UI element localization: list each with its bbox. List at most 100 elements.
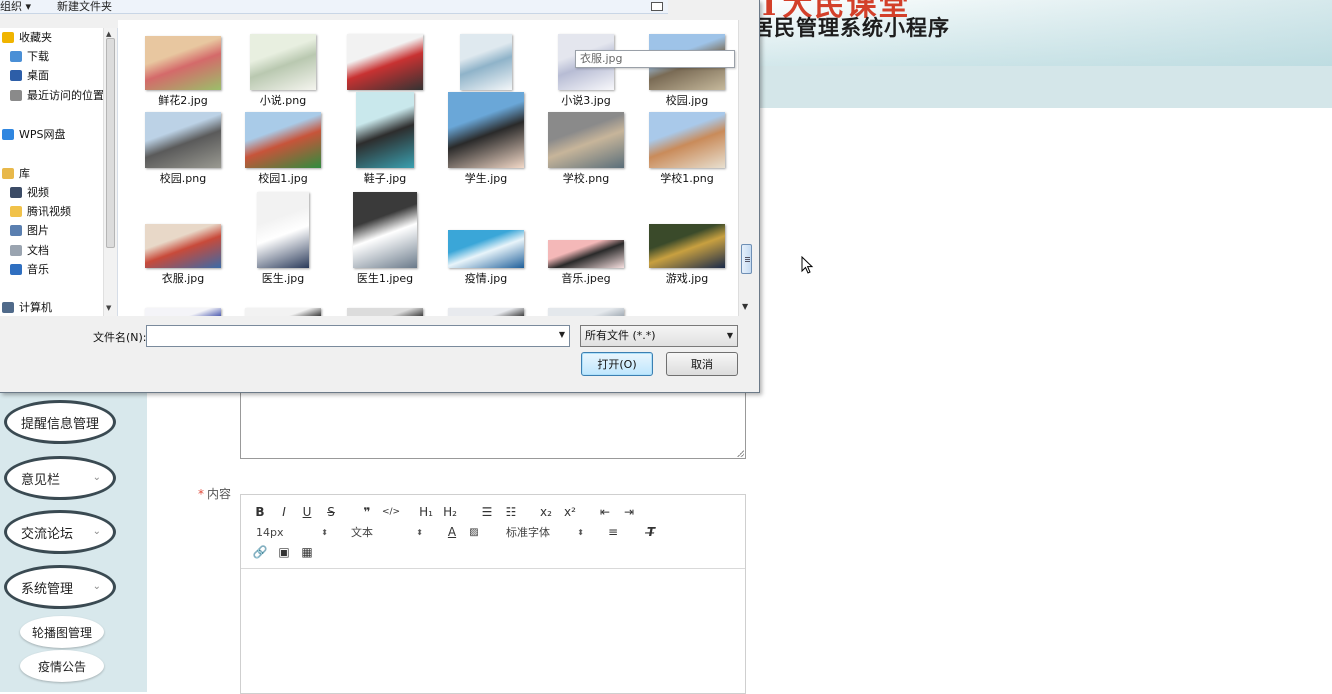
nav-item[interactable]: 图片	[10, 221, 49, 239]
organize-menu-button[interactable]: 组织 ▾	[0, 0, 31, 14]
file-name-label: 校园1.jpg	[258, 172, 308, 185]
nav-item-label: 桌面	[27, 69, 49, 82]
scrollbar-grip-icon	[745, 257, 750, 263]
nav-item[interactable]: 最近访问的位置	[10, 86, 104, 104]
file-name-label: 疫情.jpg	[464, 272, 508, 285]
video-icon[interactable]: ▦	[300, 544, 314, 560]
blockquote-button[interactable]: ❞	[359, 504, 375, 520]
heading1-button[interactable]: H₁	[417, 504, 435, 520]
indent-button[interactable]: ⇥	[621, 504, 637, 520]
link-icon[interactable]: 🔗	[253, 544, 268, 560]
font-size-select[interactable]: 14px ⬍	[256, 524, 328, 540]
file-tile[interactable]	[135, 288, 231, 316]
strikethrough-button[interactable]: S	[324, 504, 338, 520]
bold-button[interactable]: B	[253, 504, 267, 520]
file-tile[interactable]: 学校1.png	[639, 88, 735, 185]
file-thumbnail	[649, 224, 725, 268]
file-tile[interactable]: 鞋子.jpg	[337, 88, 433, 185]
superscript-button[interactable]: x²	[561, 504, 579, 520]
underline-button[interactable]: U	[300, 504, 314, 520]
sidebar-item-forum[interactable]: 交流论坛 ⌄	[4, 510, 116, 554]
cancel-button[interactable]: 取消	[666, 352, 738, 376]
file-thumbnail	[347, 34, 423, 90]
file-tile[interactable]: 疫情.jpg	[438, 188, 534, 285]
chevron-down-icon: ⌄	[92, 472, 101, 483]
scrollbar-thumb[interactable]	[741, 244, 752, 274]
nav-item[interactable]: 下载	[10, 47, 49, 65]
file-tile[interactable]: 音乐.jpeg	[538, 188, 634, 285]
align-icon[interactable]: ≡	[606, 524, 620, 540]
file-tile[interactable]	[337, 288, 433, 316]
scroll-up-icon[interactable]: ▲	[106, 30, 111, 38]
nav-item[interactable]: 音乐	[10, 260, 49, 278]
file-tile[interactable]	[538, 288, 634, 316]
navigation-pane: 收藏夹下载桌面最近访问的位置 WPS网盘库视频 腾讯视频 图片文档 音乐计算机	[0, 28, 118, 316]
sidebar-item-reminders[interactable]: 提醒信息管理	[4, 400, 116, 444]
file-tile[interactable]: 游戏.jpg	[639, 188, 735, 285]
file-tile[interactable]	[235, 288, 331, 316]
nav-item[interactable]: WPS网盘	[2, 125, 66, 143]
font-color-icon[interactable]: A	[445, 524, 459, 540]
updown-arrow-icon: ⬍	[321, 527, 328, 537]
nav-item[interactable]: 视频	[10, 183, 49, 201]
recent-places-icon	[10, 89, 22, 101]
file-tile[interactable]: 医生.jpg	[235, 188, 331, 285]
summary-textarea[interactable]	[240, 392, 746, 459]
file-name-label: 音乐.jpeg	[561, 272, 611, 285]
file-tile[interactable]: 学校.png	[538, 88, 634, 185]
nav-item-label: 收藏夹	[19, 31, 52, 44]
heading2-button[interactable]: H₂	[441, 504, 459, 520]
nav-item[interactable]: 计算机	[2, 298, 52, 316]
file-thumbnail	[257, 192, 309, 268]
ordered-list-button[interactable]: ☰	[479, 504, 495, 520]
file-tile[interactable]	[438, 288, 534, 316]
scroll-down-icon[interactable]: ▼	[742, 302, 748, 311]
file-thumbnail	[245, 112, 321, 168]
file-tile[interactable]: 学生.jpg	[438, 88, 534, 185]
sidebar-subitem-carousel[interactable]: 轮播图管理	[20, 616, 104, 648]
nav-item[interactable]: 收藏夹	[2, 28, 52, 46]
dialog-toolbar: 组织 ▾ 新建文件夹	[0, 0, 668, 14]
app-title: 居民管理系统小程序	[752, 16, 950, 40]
filename-input[interactable]: ▼	[146, 325, 570, 347]
nav-item[interactable]: 文档	[10, 241, 49, 259]
view-toggle-icon[interactable]	[651, 2, 663, 11]
editor-content-area[interactable]	[241, 570, 745, 693]
file-tile[interactable]: 衣服.jpg	[135, 188, 231, 285]
subscript-button[interactable]: x₂	[537, 504, 555, 520]
scrollbar-thumb[interactable]	[106, 38, 115, 248]
file-tile[interactable]: 校园1.jpg	[235, 88, 331, 185]
chevron-down-icon: ⌄	[92, 526, 101, 537]
nav-item[interactable]: 桌面	[10, 66, 49, 84]
file-name-label: 医生.jpg	[261, 272, 305, 285]
font-family-select[interactable]: 标准字体 ⬍	[506, 524, 584, 540]
file-name-label: 衣服.jpg	[161, 272, 205, 285]
sidebar-item-feedback[interactable]: 意见栏 ⌄	[4, 456, 116, 500]
sidebar-subitem-epidemic-notice[interactable]: 疫情公告	[20, 650, 104, 682]
scroll-down-icon[interactable]: ▼	[106, 304, 111, 312]
code-block-button[interactable]: </>	[382, 504, 400, 520]
bullet-list-button[interactable]: ☷	[503, 504, 519, 520]
file-tile[interactable]: 校园.png	[135, 88, 231, 185]
file-type-select[interactable]: 所有文件 (*.*) ▼	[580, 325, 738, 347]
sidebar-item-system[interactable]: 系统管理 ⌄	[4, 565, 116, 609]
open-button[interactable]: 打开(O)	[581, 352, 653, 376]
nav-item-label: 最近访问的位置	[27, 89, 104, 102]
italic-button[interactable]: I	[277, 504, 291, 520]
outdent-button[interactable]: ⇤	[597, 504, 613, 520]
block-type-select[interactable]: 文本 ⬍	[351, 524, 423, 540]
file-list-scrollbar[interactable]: ▼	[738, 20, 754, 316]
dropdown-arrow-icon[interactable]: ▼	[559, 330, 565, 339]
file-name-label: 学校.png	[562, 172, 610, 185]
navigation-scrollbar[interactable]: ▲ ▼	[103, 28, 117, 316]
image-icon[interactable]: ▣	[277, 544, 291, 560]
clear-format-icon[interactable]: T̶	[644, 524, 658, 540]
resize-grip-icon[interactable]	[737, 450, 744, 457]
background-color-icon[interactable]: ▨	[467, 524, 481, 540]
new-folder-button[interactable]: 新建文件夹	[57, 0, 112, 14]
nav-item[interactable]: 库	[2, 164, 30, 182]
updown-arrow-icon: ⬍	[577, 527, 584, 537]
file-tile[interactable]: 医生1.jpeg	[337, 188, 433, 285]
file-name-label: 医生1.jpeg	[356, 272, 414, 285]
nav-item[interactable]: 腾讯视频	[10, 202, 71, 220]
